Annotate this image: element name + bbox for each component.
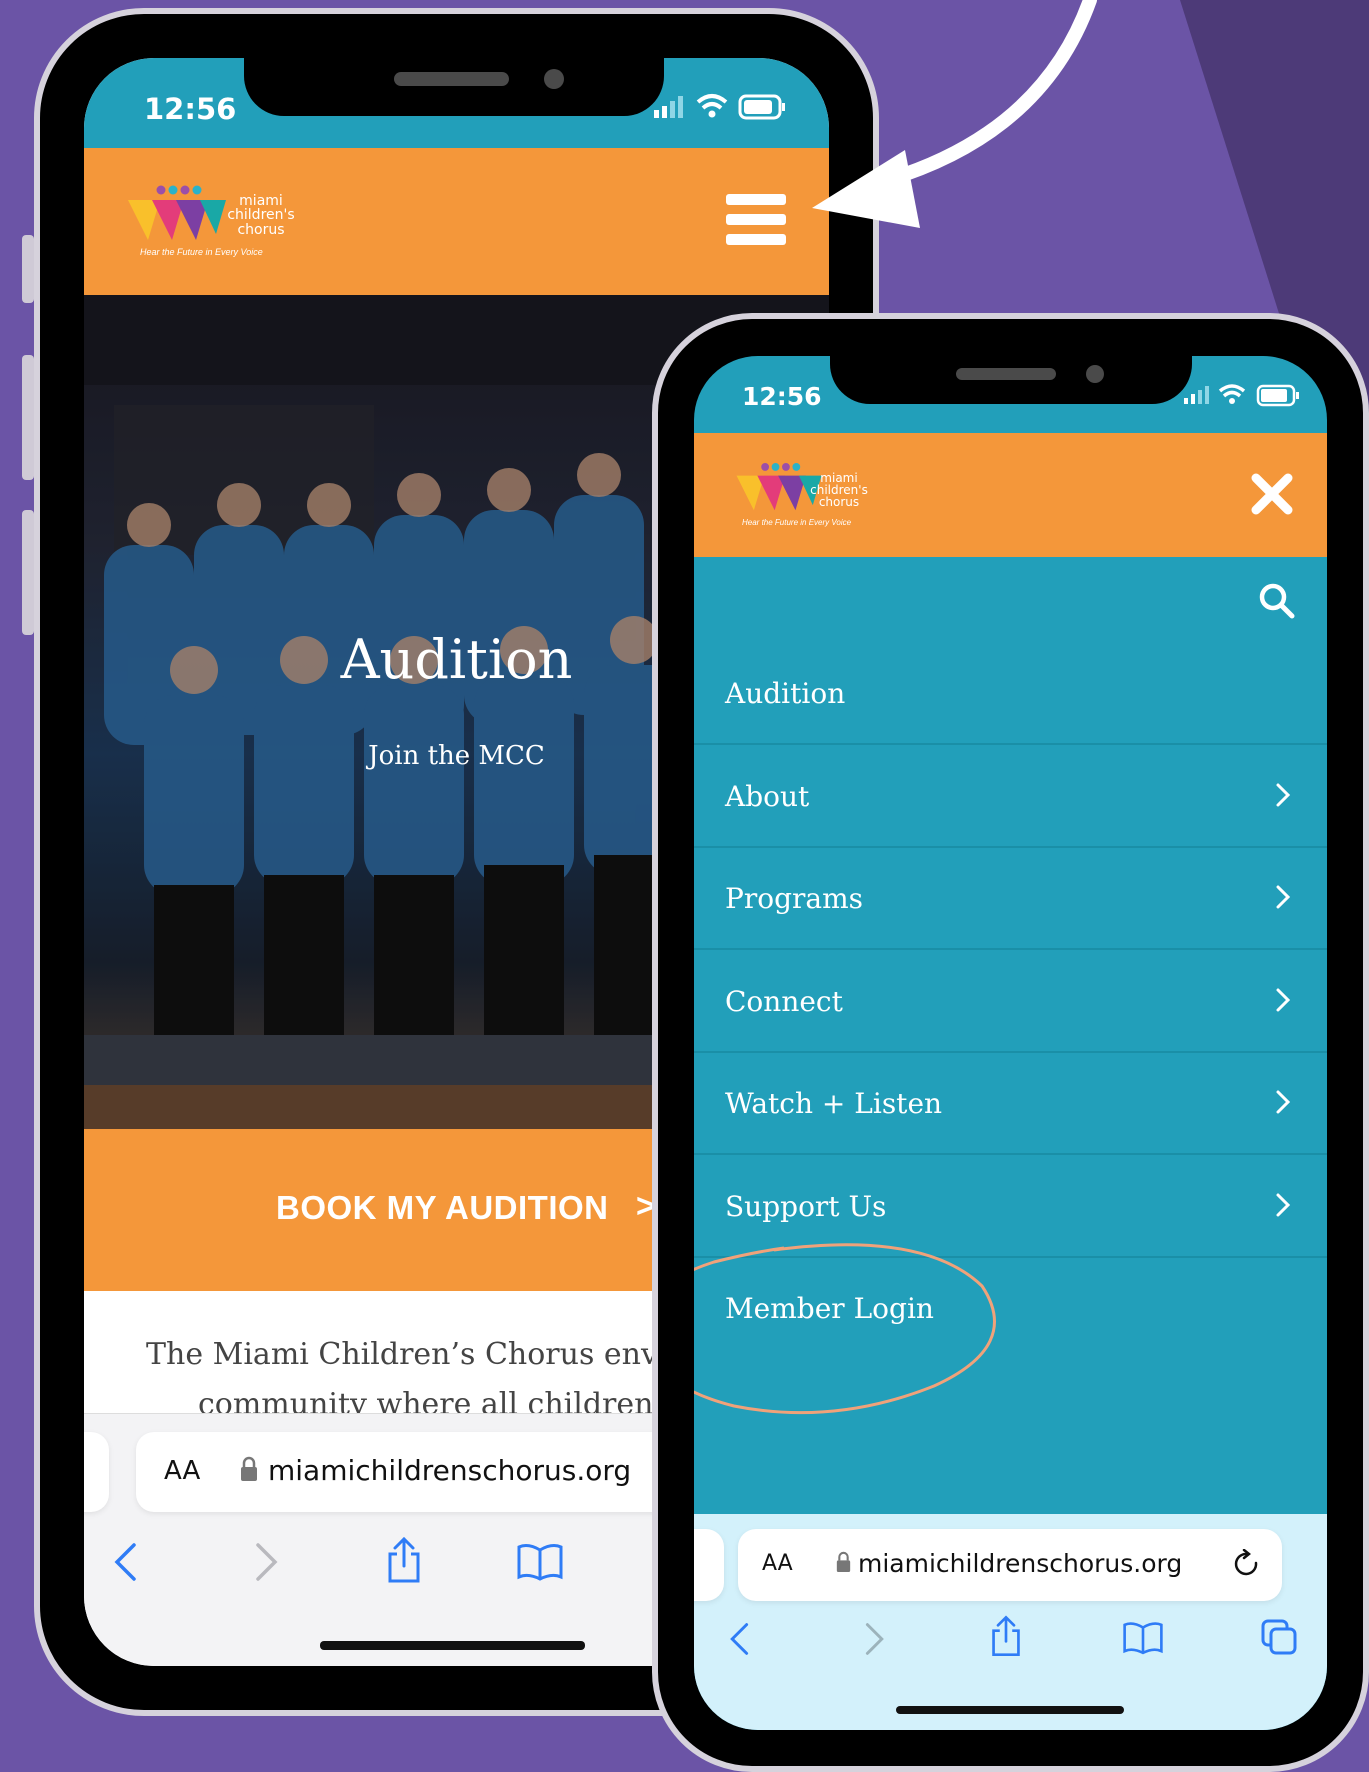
lock-icon (836, 1551, 851, 1572)
logo-line: chorus (818, 495, 860, 510)
home-indicator (896, 1706, 1124, 1714)
chevron-right-icon[interactable] (1273, 1089, 1293, 1115)
reload-icon[interactable] (1232, 1549, 1262, 1579)
menu-item-about[interactable]: About (694, 746, 1327, 848)
highlight-circle (694, 1243, 996, 1415)
menu-item-connect[interactable]: Connect (694, 951, 1327, 1053)
phone-notch (830, 356, 1192, 404)
url-text: miamichildrenschorus.org (858, 1549, 1183, 1578)
chevron-right-icon[interactable] (1273, 987, 1293, 1013)
menu-item-label: Connect (725, 984, 843, 1018)
menu-item-programs[interactable]: Programs (694, 848, 1327, 950)
chevron-right-icon[interactable] (1273, 884, 1293, 910)
back-icon[interactable] (728, 1621, 750, 1657)
menu-item-label: Support Us (725, 1189, 887, 1223)
phone-right-screen: 12:56 miami children's chorus Hear the F… (694, 356, 1327, 1730)
chevron-right-icon[interactable] (1273, 1192, 1293, 1218)
share-icon[interactable] (990, 1614, 1022, 1658)
menu-item-label: Watch + Listen (725, 1087, 943, 1120)
forward-icon[interactable] (864, 1621, 886, 1657)
close-icon[interactable] (1250, 472, 1294, 516)
menu-item-audition[interactable]: Audition (694, 643, 1327, 745)
logo-tagline: Hear the Future in Every Voice (742, 518, 852, 527)
logo-text: miami children's chorus (808, 472, 870, 509)
menu-item-label: Audition (725, 677, 846, 710)
phone-speaker (956, 368, 1056, 380)
bookmarks-icon[interactable] (1122, 1620, 1164, 1656)
address-bar[interactable]: AA miamichildrenschorus.org (738, 1529, 1282, 1601)
status-icons (1184, 384, 1299, 407)
chevron-right-icon[interactable] (1273, 782, 1293, 808)
reader-aa-button[interactable]: AA (762, 1551, 793, 1576)
status-time: 12:56 (742, 382, 822, 411)
menu-item-label: About (725, 779, 810, 813)
menu-item-watch-listen[interactable]: Watch + Listen (694, 1053, 1327, 1155)
search-icon[interactable] (1258, 582, 1296, 620)
menu-item-label: Programs (725, 882, 864, 915)
phone-camera (1086, 365, 1104, 383)
address-bar-prev (694, 1529, 724, 1601)
tabs-icon[interactable] (1260, 1618, 1298, 1656)
